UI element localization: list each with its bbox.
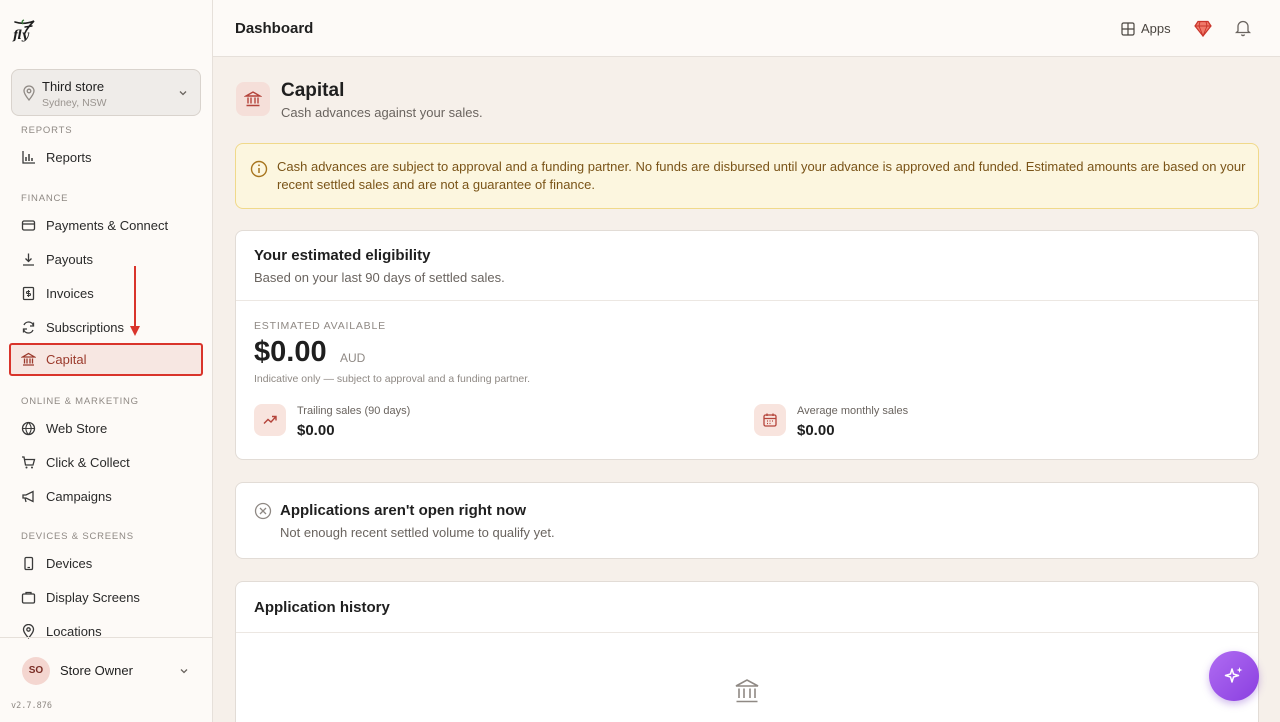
sidebar-item-click-collect[interactable]: Click & Collect: [9, 446, 203, 479]
monthly-sales-label: Average monthly sales: [797, 405, 909, 417]
store-selector[interactable]: Third store Sydney, NSW: [11, 69, 201, 116]
sidebar-item-subscriptions[interactable]: Subscriptions: [9, 311, 203, 344]
sidebar-item-display-screens[interactable]: Display Screens: [9, 581, 203, 614]
store-location: Sydney, NSW: [42, 97, 107, 109]
section-reports: REPORTS: [21, 125, 73, 136]
application-history-card: Application history: [235, 581, 1259, 722]
disclaimer-notice: Cash advances are subject to approval an…: [235, 143, 1259, 209]
divider: [236, 632, 1258, 633]
bar-chart-icon: [22, 151, 35, 164]
indicative-note: Indicative only — subject to approval an…: [254, 373, 531, 385]
store-name: Third store: [42, 79, 105, 94]
sidebar-item-label: Campaigns: [46, 489, 112, 504]
sidebar-item-capital[interactable]: Capital: [9, 343, 203, 376]
sidebar-item-label: Display Screens: [46, 590, 140, 605]
megaphone-icon: [22, 490, 34, 503]
sidebar-item-label: Payments & Connect: [46, 218, 169, 233]
user-name: Store Owner: [60, 663, 133, 678]
eligibility-card: Your estimated eligibility Based on your…: [235, 230, 1259, 460]
sidebar-item-label: Subscriptions: [46, 320, 125, 335]
grid-icon: [1121, 22, 1135, 36]
sidebar: fly Third store Sydney, NSW REPORTS Repo…: [0, 0, 213, 722]
sidebar-item-campaigns[interactable]: Campaigns: [9, 480, 203, 513]
avatar: SO: [22, 657, 50, 685]
sidebar-item-label: Web Store: [46, 421, 108, 436]
credit-card-icon: [21, 220, 36, 231]
eligibility-subtitle: Based on your last 90 days of settled sa…: [254, 270, 505, 285]
application-status-card: Applications aren't open right now Not e…: [235, 482, 1259, 559]
sidebar-item-label: Devices: [46, 556, 93, 571]
sidebar-item-payments[interactable]: Payments & Connect: [9, 209, 203, 242]
calendar-icon: [763, 413, 777, 427]
sidebar-item-payouts[interactable]: Payouts: [9, 243, 203, 276]
section-devices-screens: DEVICES & SCREENS: [21, 531, 134, 542]
top-bar: Dashboard Apps: [213, 0, 1280, 57]
gem-icon[interactable]: [1194, 20, 1212, 37]
shopping-cart-icon: [22, 456, 36, 469]
bank-icon: [21, 352, 36, 366]
sidebar-item-web-store[interactable]: Web Store: [9, 412, 203, 445]
refresh-icon: [22, 321, 35, 334]
trending-up-icon: [263, 415, 277, 424]
sidebar-item-label: Payouts: [46, 252, 93, 267]
location-pin-icon: [23, 85, 35, 101]
page-title: Dashboard: [235, 20, 314, 37]
chevron-down-icon: [179, 91, 187, 96]
bell-icon[interactable]: [1235, 19, 1251, 37]
sidebar-item-label: Invoices: [46, 286, 94, 301]
history-title: Application history: [254, 599, 390, 616]
logo-text: fly: [13, 28, 29, 42]
divider: [236, 300, 1258, 301]
section-subtitle: Cash advances against your sales.: [281, 105, 483, 120]
apps-label: Apps: [1141, 21, 1171, 36]
trending-up-icon-box: [254, 404, 286, 436]
estimated-available-label: ESTIMATED AVAILABLE: [254, 320, 386, 332]
app-version: v2.7.876: [11, 701, 52, 711]
status-subtitle: Not enough recent settled volume to qual…: [280, 525, 555, 540]
currency-label: AUD: [340, 351, 366, 365]
sidebar-item-label: Click & Collect: [46, 455, 130, 470]
download-icon: [23, 253, 34, 266]
close-circle-icon: [254, 502, 272, 520]
info-icon: [250, 160, 268, 178]
section-title: Capital: [281, 80, 345, 101]
trailing-sales-value: $0.00: [297, 422, 335, 439]
section-finance: FINANCE: [21, 193, 69, 204]
bank-icon: [244, 91, 262, 107]
trailing-sales-label: Trailing sales (90 days): [297, 405, 411, 417]
sidebar-item-label: Capital: [46, 352, 87, 367]
sparkles-icon: [1224, 667, 1243, 683]
sidebar-item-label: Reports: [46, 150, 92, 165]
globe-icon: [21, 421, 36, 436]
bank-icon: [735, 679, 759, 703]
ai-assistant-button[interactable]: [1209, 651, 1259, 701]
status-title: Applications aren't open right now: [280, 502, 527, 519]
sidebar-item-devices[interactable]: Devices: [9, 547, 203, 580]
section-online-marketing: ONLINE & MARKETING: [21, 396, 139, 407]
sidebar-item-reports[interactable]: Reports: [9, 141, 203, 174]
sidebar-item-invoices[interactable]: Invoices: [9, 277, 203, 310]
chevron-down-icon: [180, 669, 188, 674]
capital-header-icon: [236, 82, 270, 116]
user-menu[interactable]: SO Store Owner v2.7.876: [0, 637, 212, 722]
calendar-icon-box: [754, 404, 786, 436]
monthly-sales-value: $0.00: [797, 422, 835, 439]
eligibility-title: Your estimated eligibility: [254, 247, 431, 264]
briefcase-icon: [21, 591, 36, 604]
invoice-icon: [22, 286, 35, 301]
annotation-arrow: [130, 266, 140, 336]
notice-text: Cash advances are subject to approval an…: [277, 159, 1246, 192]
estimated-amount: $0.00: [254, 336, 327, 368]
phone-icon: [24, 556, 34, 571]
